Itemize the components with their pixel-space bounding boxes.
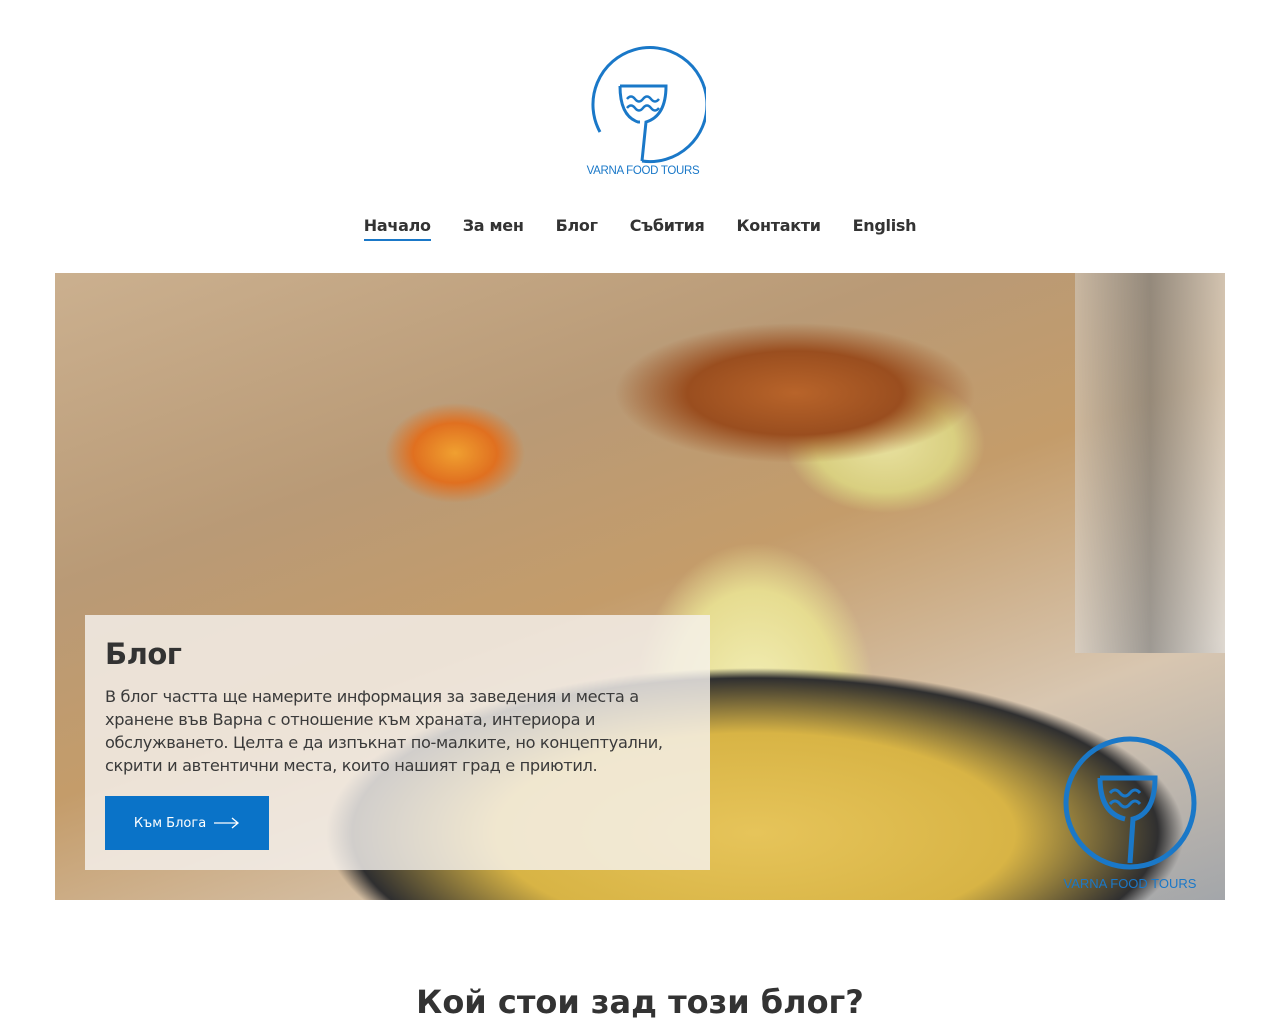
logo-text: VARNA FOOD TOURS bbox=[586, 165, 700, 177]
nav-about[interactable]: За мен bbox=[463, 216, 524, 241]
blog-card: Блог В блог частта ще намерите информаци… bbox=[85, 615, 710, 870]
to-blog-button[interactable]: Към Блога bbox=[105, 796, 269, 850]
nav-blog[interactable]: Блог bbox=[556, 216, 598, 241]
logo-glass-icon bbox=[591, 46, 709, 164]
site-logo[interactable]: VARNA FOOD TOURS bbox=[580, 44, 709, 184]
nav-contacts[interactable]: Контакти bbox=[737, 216, 821, 241]
glass-decoration bbox=[1075, 273, 1225, 653]
blog-title: Блог bbox=[105, 637, 182, 671]
nav-english[interactable]: English bbox=[853, 216, 917, 241]
watermark-logo-icon: VARNA FOOD TOURS bbox=[1063, 736, 1197, 891]
arrow-right-icon bbox=[214, 817, 240, 829]
to-blog-label: Към Блога bbox=[133, 815, 207, 831]
blog-description: В блог частта ще намерите информация за … bbox=[105, 687, 663, 775]
watermark-text: VARNA FOOD TOURS bbox=[1064, 876, 1197, 891]
section-title: Кой стои зад този блог? bbox=[416, 983, 864, 1021]
nav-events[interactable]: Събития bbox=[630, 216, 705, 241]
nav-home[interactable]: Начало bbox=[363, 216, 431, 241]
main-nav: Начало За мен Блог Събития Контакти Engl… bbox=[0, 216, 1280, 241]
